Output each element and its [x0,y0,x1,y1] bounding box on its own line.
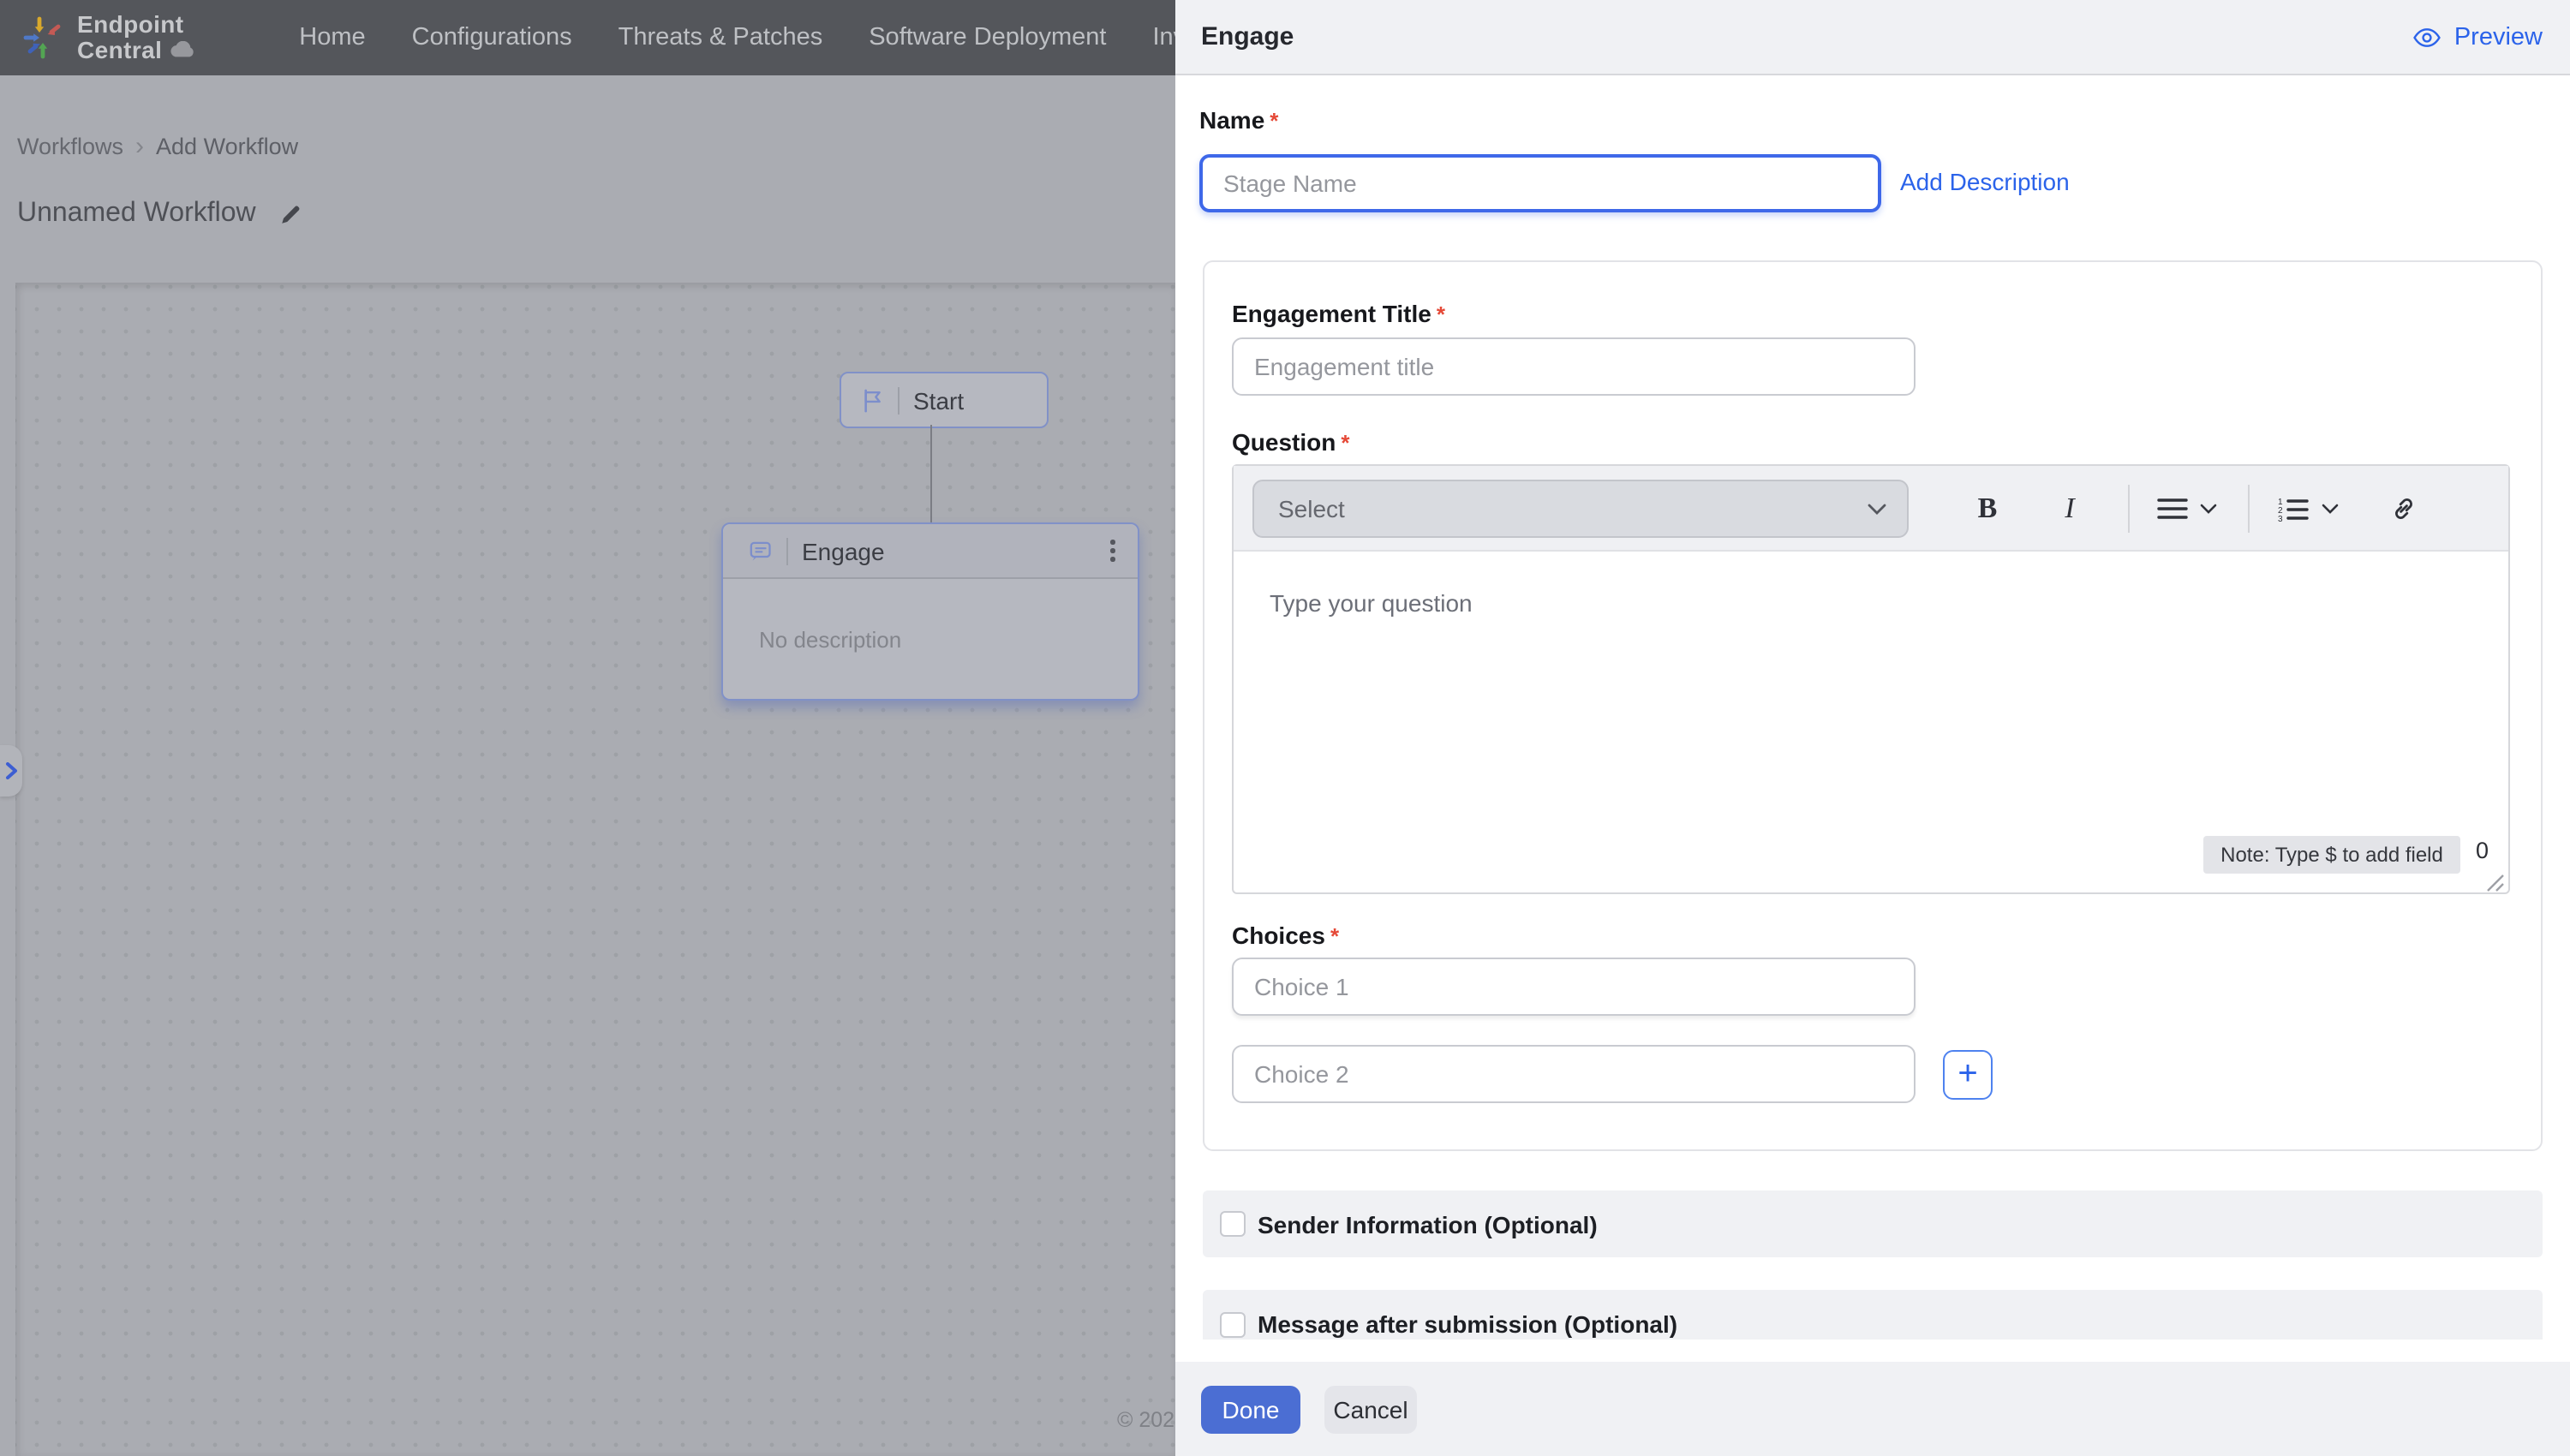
sender-information-checkbox[interactable] [1220,1211,1246,1237]
add-description-link[interactable]: Add Description [1900,168,2070,195]
breadcrumb-add-workflow: Add Workflow [156,134,298,159]
choice-1-input[interactable] [1232,958,1916,1016]
nav-item-threats-patches[interactable]: Threats & Patches [619,24,823,51]
link-button[interactable] [2385,481,2423,536]
node-connector-line [930,425,932,522]
breadcrumb-separator: › [135,132,144,161]
ordered-list-button[interactable]: 1 2 3 [2274,481,2311,536]
start-node-label: Start [913,386,964,414]
sidebar-expand-toggle[interactable] [0,745,22,797]
chevron-down-icon [1868,503,1886,515]
field-select-dropdown[interactable]: Select [1252,480,1909,538]
message-after-submission-label: Message after submission (Optional) [1258,1310,1677,1338]
question-placeholder: Type your question [1270,589,1473,617]
preview-label: Preview [2454,23,2543,51]
main-nav: Home Configurations Threats & Patches So… [299,24,1255,51]
engage-node-description: No description [759,627,1138,653]
italic-button[interactable]: I [2049,481,2090,536]
list-chevron-down-icon[interactable] [2318,481,2342,536]
sender-information-label: Sender Information (Optional) [1258,1210,1598,1238]
nav-item-home[interactable]: Home [299,24,365,51]
workflow-canvas[interactable]: Start Engage No description © 202 [15,283,1175,1456]
breadcrumb: Workflows › Add Workflow [17,132,298,161]
engagement-card: Engagement Title* Question* Select [1203,260,2543,1151]
engage-config-panel: Engage Preview Name* Add Description [1175,0,2570,1456]
message-after-submission-checkbox[interactable] [1220,1312,1246,1338]
cancel-button[interactable]: Cancel [1324,1385,1417,1433]
engage-node-header: Engage [723,524,1138,579]
engagement-title-input[interactable] [1232,337,1916,396]
question-label: Question* [1232,428,1349,456]
node-divider [786,537,788,564]
align-chevron-down-icon[interactable] [2196,481,2220,536]
required-asterisk: * [1330,923,1339,949]
preview-button[interactable]: Preview [2413,23,2543,51]
choice-2-input[interactable] [1232,1045,1916,1103]
stage-name-input[interactable] [1199,154,1881,212]
panel-body: Name* Add Description Engagement Title* … [1175,75,2570,1362]
workflow-subheader: Workflows › Add Workflow Unnamed Workflo… [0,75,1175,283]
nav-item-software-deployment[interactable]: Software Deployment [869,24,1106,51]
kebab-menu-icon[interactable] [1106,534,1121,567]
chat-icon [749,539,773,563]
editor-toolbar: Select B I [1234,466,2508,552]
brand-name: Endpoint Central [77,12,196,63]
select-placeholder: Select [1278,495,1345,522]
question-editor: Select B I [1232,464,2510,894]
nav-item-configurations[interactable]: Configurations [412,24,572,51]
brand-pinwheel-icon [22,15,67,60]
engage-node[interactable]: Engage No description [721,522,1139,701]
message-after-submission-section[interactable]: Message after submission (Optional) [1203,1290,2543,1340]
question-editor-body[interactable]: Type your question Note: Type $ to add f… [1234,552,2508,896]
copyright-text: © 202 [1117,1408,1174,1432]
top-nav: Endpoint Central Home Configurations Thr… [0,0,1175,75]
panel-footer: Done Cancel [1175,1362,2570,1456]
panel-title: Engage [1201,22,1294,51]
bold-button[interactable]: B [1967,481,2008,536]
workflow-title: Unnamed Workflow [17,199,256,230]
toolbar-separator [2248,485,2250,533]
done-button[interactable]: Done [1201,1385,1300,1433]
cloud-icon [167,42,196,59]
align-button[interactable] [2154,481,2191,536]
resize-handle-icon[interactable] [2486,874,2505,892]
start-node[interactable]: Start [840,372,1049,428]
required-asterisk: * [1437,301,1445,327]
eye-icon [2413,27,2442,47]
svg-text:3: 3 [2277,514,2282,522]
edit-pencil-icon[interactable] [280,203,302,225]
panel-header: Engage Preview [1175,0,2570,75]
choices-label: Choices* [1232,922,1339,949]
brand-logo[interactable]: Endpoint Central [22,12,196,63]
add-choice-button[interactable]: + [1943,1050,1993,1100]
breadcrumb-workflows[interactable]: Workflows [17,134,123,159]
sender-information-section[interactable]: Sender Information (Optional) [1203,1190,2543,1257]
note-chip: Note: Type $ to add field [2203,836,2460,874]
flag-icon [862,388,884,412]
toolbar-separator [2128,485,2130,533]
required-asterisk: * [1341,430,1349,456]
required-asterisk: * [1270,108,1278,134]
engage-node-title: Engage [802,537,885,564]
engagement-title-label: Engagement Title* [1232,300,1445,327]
node-divider [898,386,900,414]
name-field-label: Name* [1199,106,1278,134]
chevron-right-icon [4,762,18,779]
char-counter: 0 [2476,838,2489,863]
